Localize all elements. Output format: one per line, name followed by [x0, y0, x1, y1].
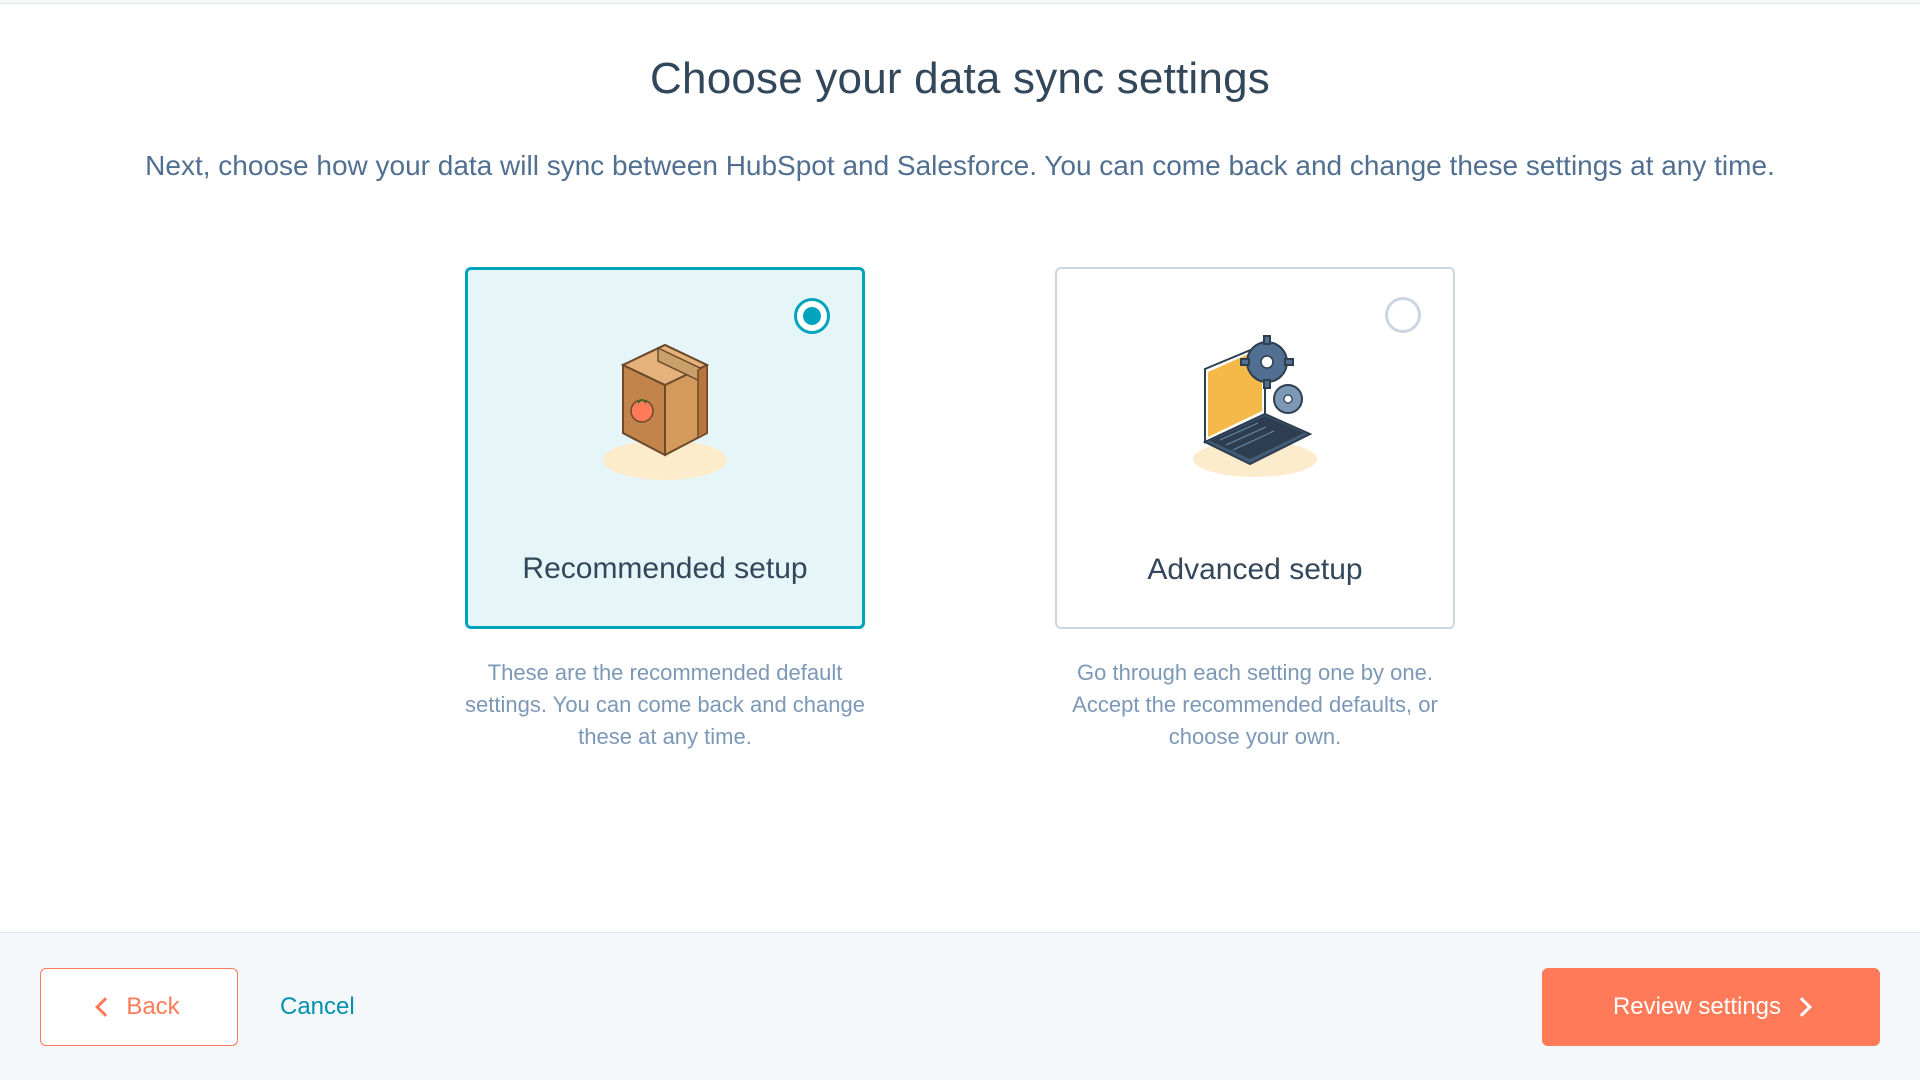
box-package-icon [580, 315, 750, 485]
back-button-label: Back [126, 993, 179, 1021]
option-advanced-desc: Go through each setting one by one. Acce… [1055, 657, 1455, 753]
option-recommended-desc: These are the recommended default settin… [465, 657, 865, 753]
option-advanced[interactable]: Advanced setup [1055, 267, 1455, 629]
option-recommended-title: Recommended setup [522, 552, 807, 586]
option-advanced-wrap: Advanced setup Go through each setting o… [1055, 267, 1455, 753]
cancel-button-label: Cancel [280, 993, 355, 1021]
review-settings-button[interactable]: Review settings [1542, 968, 1880, 1046]
page-subtitle: Next, choose how your data will sync bet… [145, 144, 1775, 187]
setup-options: Recommended setup These are the recommen… [465, 267, 1455, 753]
page-title: Choose your data sync settings [650, 54, 1270, 104]
cancel-button[interactable]: Cancel [272, 968, 363, 1046]
back-button[interactable]: Back [40, 968, 238, 1046]
chevron-left-icon [95, 997, 115, 1017]
option-advanced-title: Advanced setup [1147, 553, 1362, 587]
radio-recommended[interactable] [794, 298, 830, 334]
laptop-gears-icon [1170, 314, 1340, 484]
radio-advanced[interactable] [1385, 297, 1421, 333]
footer-bar: Back Cancel Review settings [0, 932, 1920, 1080]
option-recommended-wrap: Recommended setup These are the recommen… [465, 267, 865, 753]
option-recommended[interactable]: Recommended setup [465, 267, 865, 629]
review-settings-label: Review settings [1613, 993, 1781, 1021]
chevron-right-icon [1792, 997, 1812, 1017]
main-content: Choose your data sync settings Next, cho… [0, 4, 1920, 932]
